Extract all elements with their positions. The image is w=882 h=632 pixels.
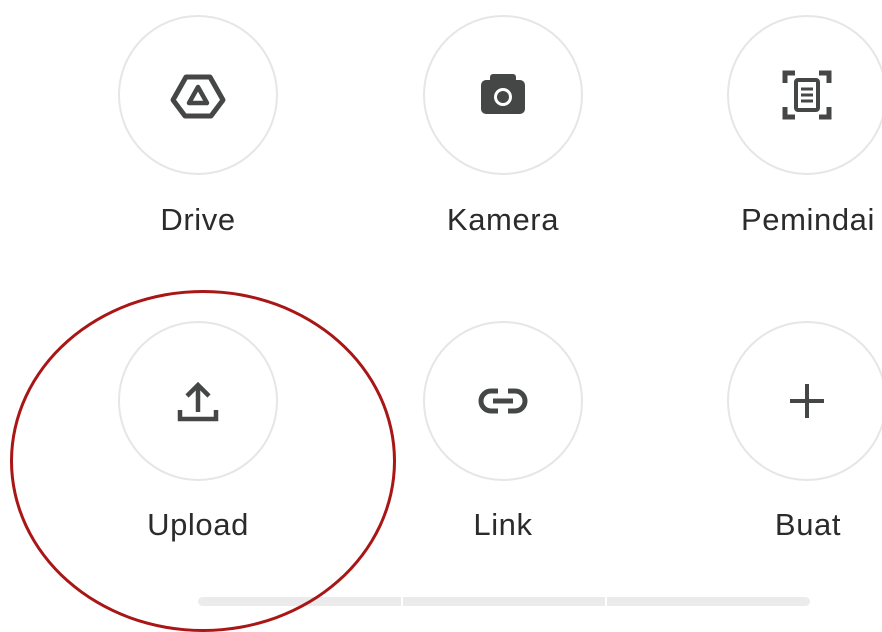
google-drive-icon (170, 74, 226, 119)
page-indicator-segment (198, 597, 401, 606)
buat-label: Buat (774, 507, 842, 542)
link-button[interactable] (423, 321, 583, 481)
create-button[interactable] (727, 321, 882, 481)
document-scanner-icon (782, 70, 832, 120)
page-indicator-segment (402, 597, 606, 606)
plus-icon (790, 384, 824, 418)
drive-button[interactable] (118, 15, 278, 175)
kamera-label: Kamera (446, 202, 560, 237)
pemindai-label: Pemindai (740, 202, 876, 237)
page-indicator[interactable] (198, 597, 811, 606)
upload-label: Upload (147, 507, 249, 542)
link-label: Link (473, 507, 533, 542)
link-icon (478, 388, 528, 414)
scanner-button[interactable] (727, 15, 882, 175)
upload-button[interactable] (118, 321, 278, 481)
drive-label: Drive (160, 202, 236, 237)
upload-icon (177, 381, 219, 422)
attachment-options-sheet: Drive Kamera Pemindai Upload Link Buat (0, 0, 882, 632)
page-indicator-segment (607, 597, 811, 606)
camera-button[interactable] (423, 15, 583, 175)
camera-icon (481, 74, 525, 114)
